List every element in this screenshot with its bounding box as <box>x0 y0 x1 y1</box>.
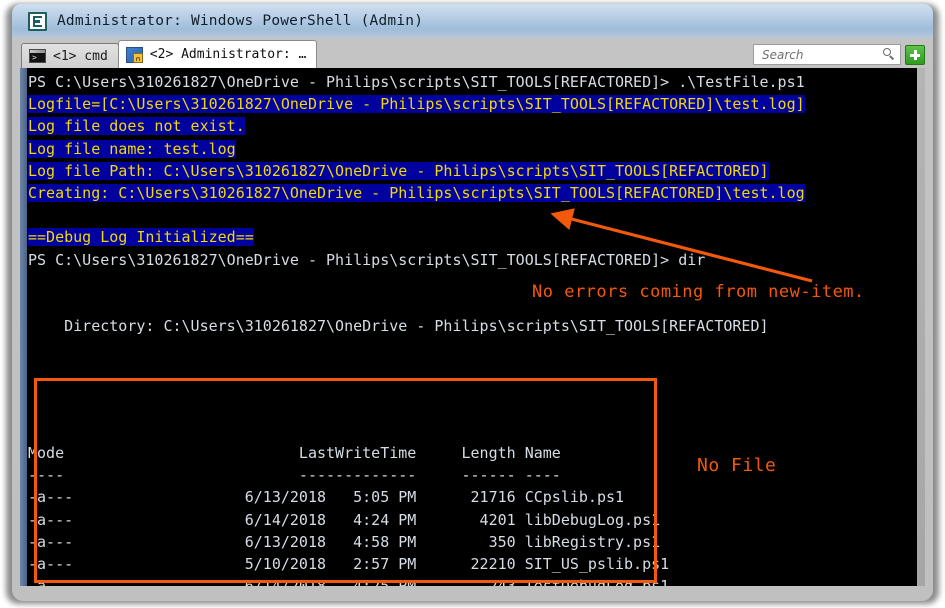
table-row: -a--- 6/13/2018 5:05 PM 21716 CCpslib.ps… <box>20 486 910 508</box>
powershell-window: Administrator: Windows PowerShell (Admin… <box>12 4 933 601</box>
table-row-text: -a--- 6/14/2018 4:25 PM 243 TestDebugLog… <box>28 577 669 586</box>
search-icon[interactable] <box>883 48 896 61</box>
tab-administrator-powershell[interactable]: <2> Administrator: … <box>117 40 318 68</box>
console-line: Logfile=[C:\Users\310261827\OneDrive - P… <box>20 93 910 115</box>
console-line-text: ==Debug Log Initialized== <box>28 228 254 247</box>
console-icon <box>28 11 47 31</box>
console-line-text: Logfile=[C:\Users\310261827\OneDrive - P… <box>28 95 805 114</box>
table-row: -a--- 5/10/2018 2:57 PM 22210 SIT_US_psl… <box>20 553 910 575</box>
console-line-text: Log file name: test.log <box>28 139 236 158</box>
titlebar: Administrator: Windows PowerShell (Admin… <box>12 4 933 38</box>
console-line: Creating: C:\Users\310261827\OneDrive - … <box>20 182 910 204</box>
console-line: Log file name: test.log <box>20 138 910 160</box>
table-row-text: -a--- 5/10/2018 2:57 PM 22210 SIT_US_psl… <box>28 554 670 573</box>
console-line-text: PS C:\Users\310261827\OneDrive - Philips… <box>28 73 805 91</box>
console-line-text: PS C:\Users\310261827\OneDrive - Philips… <box>28 250 706 269</box>
table-row: -a--- 6/13/2018 4:58 PM 350 libRegistry.… <box>20 531 910 553</box>
new-tab-button[interactable] <box>905 44 925 65</box>
table-header-rule-text: ---- ------------- ------ ---- <box>28 466 561 485</box>
right-scrollbar[interactable] <box>917 68 925 586</box>
console-line: Directory: C:\Users\310261827\OneDrive -… <box>20 315 910 337</box>
console-output-area[interactable]: PS C:\Users\310261827\OneDrive - Philips… <box>20 68 925 586</box>
annotation-no-errors: No errors coming from new-item. <box>532 282 865 302</box>
table-header-row-text: Mode LastWriteTime Length Name <box>28 444 561 462</box>
console-line: PS C:\Users\310261827\OneDrive - Philips… <box>20 249 910 271</box>
console-line-text: Log file does not exist. <box>28 117 245 136</box>
window-title: Administrator: Windows PowerShell (Admin… <box>57 13 424 29</box>
console-line-text: Directory: C:\Users\310261827\OneDrive -… <box>28 317 769 336</box>
tab-cmd[interactable]: <1> cmd <box>21 43 119 68</box>
console-lines: PS C:\Users\310261827\OneDrive - Philips… <box>20 71 910 359</box>
powershell-icon <box>125 46 143 63</box>
tab-cmd-label: <1> cmd <box>53 48 108 64</box>
console-line-text: Creating: C:\Users\310261827\OneDrive - … <box>28 183 805 202</box>
table-row-text: -a--- 6/13/2018 4:58 PM 350 libRegistry.… <box>28 532 661 551</box>
cmd-icon <box>29 49 46 63</box>
console-line: PS C:\Users\310261827\OneDrive - Philips… <box>20 71 910 93</box>
search-placeholder: Search <box>762 47 804 62</box>
tab-strip: <1> cmd <2> Administrator: … Search <box>12 38 933 68</box>
console-line-text: Log file Path: C:\Users\310261827\OneDri… <box>28 161 769 180</box>
table-row: -a--- 6/14/2018 4:25 PM 243 TestDebugLog… <box>20 575 910 586</box>
table-header-row: Mode LastWriteTime Length Name <box>20 442 910 464</box>
console-line: Log file does not exist. <box>20 115 910 137</box>
table-row: -a--- 6/14/2018 4:24 PM 4201 libDebugLog… <box>20 509 910 531</box>
annotation-no-file: No File <box>697 455 777 476</box>
console-text-buffer: PS C:\Users\310261827\OneDrive - Philips… <box>20 68 910 586</box>
console-line: Log file Path: C:\Users\310261827\OneDri… <box>20 160 910 182</box>
directory-listing-table: Mode LastWriteTime Length Name ---- -----… <box>20 442 910 586</box>
table-header-rule: ---- ------------- ------ ---- <box>20 464 910 486</box>
screenshot-root: Administrator: Windows PowerShell (Admin… <box>0 0 945 608</box>
console-line: ==Debug Log Initialized== <box>20 226 910 248</box>
search-input[interactable]: Search <box>753 44 901 65</box>
search-area: Search <box>753 44 925 65</box>
tab-administrator-label: <2> Administrator: … <box>149 47 307 62</box>
table-row-text: -a--- 6/13/2018 5:05 PM 21716 CCpslib.ps… <box>28 488 625 507</box>
table-row-text: -a--- 6/14/2018 4:24 PM 4201 libDebugLog… <box>28 510 661 529</box>
